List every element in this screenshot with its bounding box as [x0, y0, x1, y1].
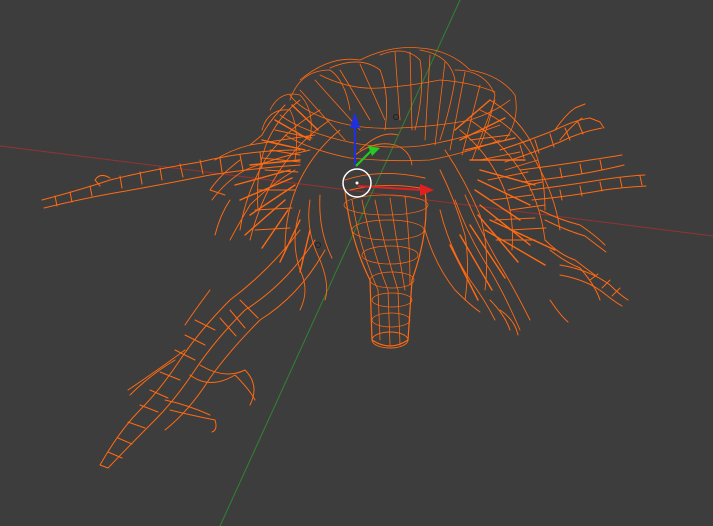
- left-root-cluster: [211, 99, 341, 311]
- left-side-branch: [41, 149, 301, 236]
- left-front-branch: [99, 229, 326, 469]
- right-side-branches: [489, 154, 647, 336]
- viewport-canvas[interactable]: [0, 0, 713, 526]
- radial-fine-roots: [234, 99, 556, 301]
- tree-root-wireframe-mesh[interactable]: [41, 47, 647, 469]
- central-trunk: [343, 189, 429, 349]
- 3d-viewport[interactable]: [0, 0, 713, 526]
- pivot-dot: [355, 181, 359, 185]
- gizmo-x-arrow-icon[interactable]: [420, 184, 434, 196]
- y-axis-line: [219, 0, 461, 526]
- transform-gizmo[interactable]: [342, 112, 434, 198]
